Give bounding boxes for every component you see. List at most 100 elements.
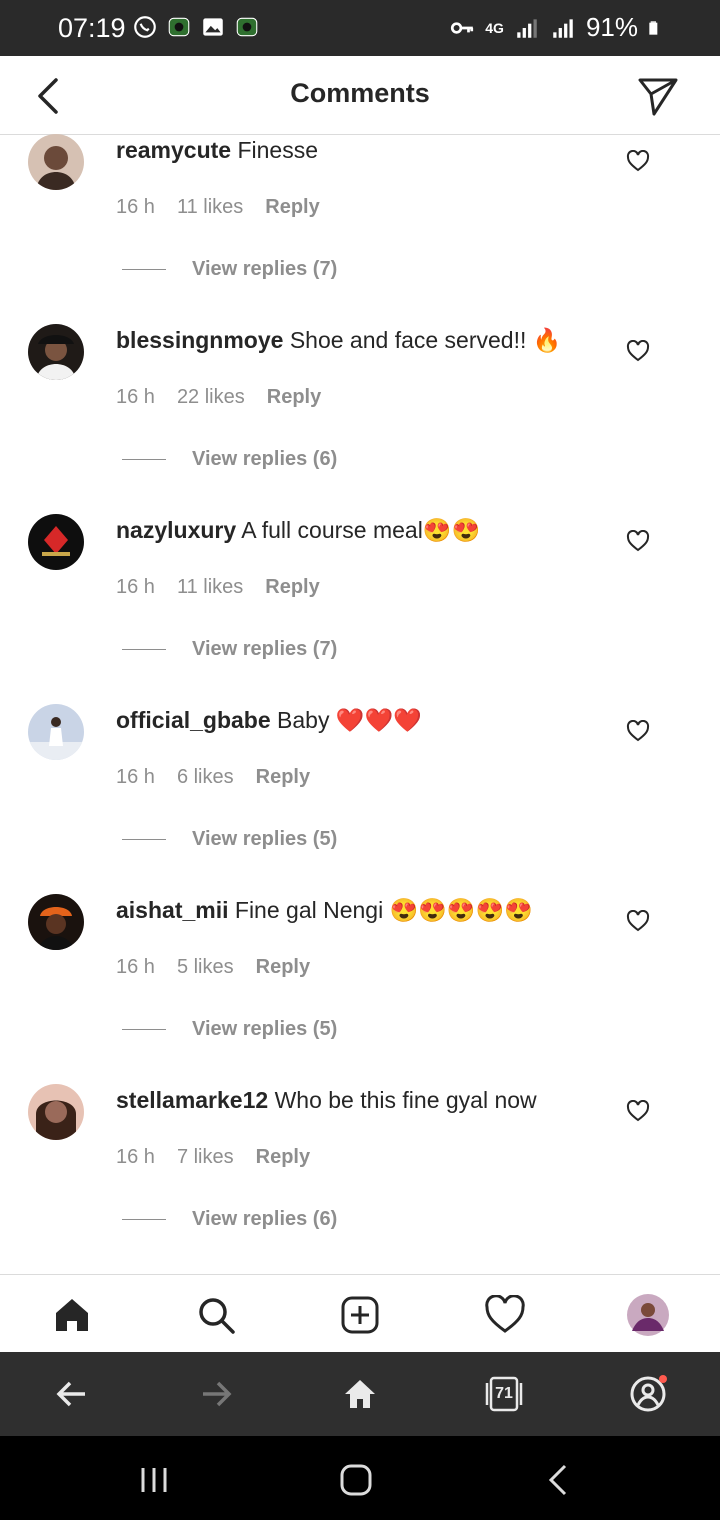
comment-likes[interactable]: 11 likes [177, 196, 243, 219]
comment-username[interactable]: aishat_mii [116, 897, 229, 923]
comment-text: blessingnmoye Shoe and face served!! 🔥 [116, 326, 616, 354]
home-icon[interactable] [334, 1458, 378, 1502]
status-right-icons: 4G 91% [449, 12, 664, 43]
profile-avatar[interactable] [626, 1293, 670, 1337]
comment-item: nazyluxury A full course meal😍😍 16 h 11 … [0, 514, 720, 704]
comment-meta: 16 h 11 likes Reply [116, 196, 320, 219]
like-heart-icon[interactable] [626, 1100, 650, 1122]
key-icon [451, 21, 474, 34]
battery-icon [649, 20, 658, 35]
like-heart-icon[interactable] [626, 720, 650, 742]
avatar[interactable] [28, 324, 84, 380]
reply-button[interactable]: Reply [265, 576, 319, 599]
comment-text: aishat_mii Fine gal Nengi 😍😍😍😍😍 [116, 896, 616, 924]
comment-likes[interactable]: 7 likes [177, 1146, 234, 1169]
battery-percentage: 91% [585, 12, 638, 42]
comment-body: Who be this fine gyal now [268, 1087, 537, 1113]
status-bar: 07:19 4G 91% [0, 0, 720, 56]
page-title: Comments [290, 78, 430, 108]
whatsapp-icon [134, 16, 156, 38]
like-heart-icon[interactable] [626, 910, 650, 932]
comment-meta: 16 h 22 likes Reply [116, 386, 321, 409]
comment-likes[interactable]: 11 likes [177, 576, 243, 599]
system-nav [0, 1436, 720, 1520]
comment-item: blessingnmoye Shoe and face served!! 🔥 1… [0, 324, 720, 514]
comment-body: Fine gal Nengi 😍😍😍😍😍 [228, 897, 533, 923]
reply-button[interactable]: Reply [267, 386, 321, 409]
comment-text: nazyluxury A full course meal😍😍 [116, 516, 616, 544]
activity-heart-icon[interactable] [483, 1293, 527, 1337]
reply-button[interactable]: Reply [256, 956, 310, 979]
comment-username[interactable]: official_gbabe [116, 707, 271, 733]
replies-line [122, 1029, 166, 1030]
avatar[interactable] [28, 894, 84, 950]
like-heart-icon[interactable] [626, 150, 650, 172]
comment-text: reamycute Finesse [116, 136, 616, 164]
signal-icon [553, 18, 573, 38]
view-replies-button[interactable]: View replies (5) [122, 1018, 337, 1041]
avatar[interactable] [28, 1084, 84, 1140]
comment-body: Finesse [231, 137, 319, 163]
status-left-icons [132, 14, 260, 40]
view-replies-button[interactable]: View replies (7) [122, 638, 337, 661]
home-icon[interactable] [338, 1372, 382, 1416]
avatar[interactable] [28, 514, 84, 570]
bottom-nav [0, 1274, 720, 1353]
comment-username[interactable]: stellamarke12 [116, 1087, 268, 1113]
home-icon[interactable] [50, 1293, 94, 1337]
reply-button[interactable]: Reply [265, 196, 319, 219]
comment-meta: 16 h 11 likes Reply [116, 576, 320, 599]
avatar[interactable] [28, 704, 84, 760]
comment-body: A full course meal😍😍 [236, 517, 481, 543]
comment-username[interactable]: blessingnmoye [116, 327, 283, 353]
browser-toolbar: 71 [0, 1352, 720, 1436]
view-replies-label: View replies (5) [192, 828, 338, 850]
back-icon[interactable] [50, 1372, 94, 1416]
comment-username[interactable]: nazyluxury [116, 517, 236, 543]
comment-time: 16 h [116, 766, 155, 788]
app-icon [236, 17, 258, 37]
view-replies-button[interactable]: View replies (6) [122, 1208, 337, 1231]
comment-time: 16 h [116, 576, 155, 598]
comment-item: stellamarke12 Who be this fine gyal now … [0, 1084, 720, 1274]
avatar[interactable] [28, 134, 84, 190]
comment-body: Shoe and face served!! 🔥 [283, 327, 562, 353]
view-replies-button[interactable]: View replies (5) [122, 828, 337, 851]
search-icon[interactable] [194, 1293, 238, 1337]
gallery-icon [203, 18, 223, 36]
comment-time: 16 h [116, 1146, 155, 1168]
like-heart-icon[interactable] [626, 530, 650, 552]
send-icon[interactable] [636, 74, 680, 118]
view-replies-label: View replies (6) [192, 1208, 338, 1230]
view-replies-label: View replies (7) [192, 258, 338, 280]
comment-meta: 16 h 7 likes Reply [116, 1146, 310, 1169]
tab-count: 71 [495, 1385, 513, 1402]
account-icon[interactable] [626, 1372, 670, 1416]
tabs-icon[interactable]: 71 [482, 1372, 526, 1416]
view-replies-button[interactable]: View replies (7) [122, 258, 337, 281]
comment-meta: 16 h 5 likes Reply [116, 956, 310, 979]
comment-username[interactable]: reamycute [116, 137, 231, 163]
like-heart-icon[interactable] [626, 340, 650, 362]
recents-icon[interactable] [132, 1458, 176, 1502]
comment-item: official_gbabe Baby ❤️❤️❤️ 16 h 6 likes … [0, 704, 720, 894]
view-replies-label: View replies (7) [192, 638, 338, 660]
comment-likes[interactable]: 5 likes [177, 956, 234, 979]
status-time: 07:19 [58, 13, 126, 43]
comment-text: stellamarke12 Who be this fine gyal now [116, 1086, 616, 1114]
comment-item: reamycute Finesse 16 h 11 likes Reply Vi… [0, 134, 720, 324]
back-icon[interactable] [536, 1458, 580, 1502]
forward-icon[interactable] [194, 1372, 238, 1416]
view-replies-label: View replies (6) [192, 448, 338, 470]
view-replies-button[interactable]: View replies (6) [122, 448, 337, 471]
replies-line [122, 269, 166, 270]
new-post-icon[interactable] [338, 1293, 382, 1337]
comment-time: 16 h [116, 386, 155, 408]
comment-item: aishat_mii Fine gal Nengi 😍😍😍😍😍 16 h 5 l… [0, 894, 720, 1084]
comment-likes[interactable]: 22 likes [177, 386, 245, 409]
reply-button[interactable]: Reply [256, 1146, 310, 1169]
comment-likes[interactable]: 6 likes [177, 766, 234, 789]
reply-button[interactable]: Reply [256, 766, 310, 789]
replies-line [122, 1219, 166, 1220]
view-replies-label: View replies (5) [192, 1018, 338, 1040]
